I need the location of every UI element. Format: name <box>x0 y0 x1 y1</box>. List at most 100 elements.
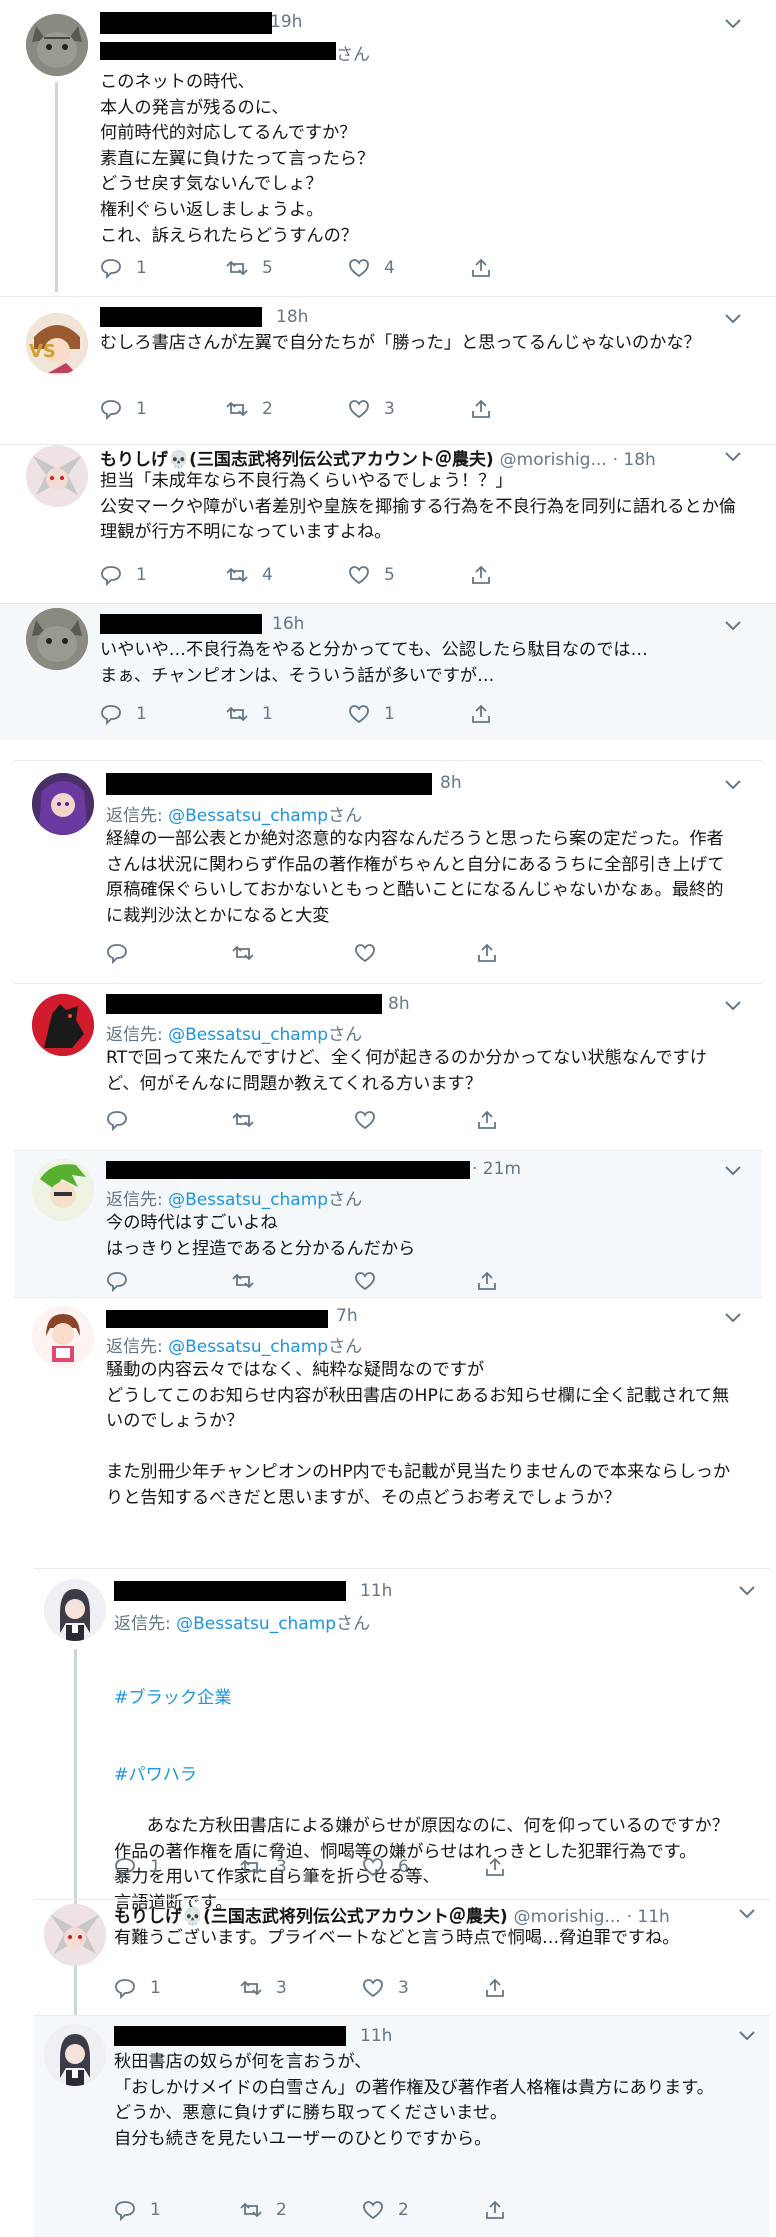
reply-button[interactable]: 1 <box>114 2198 161 2222</box>
retweet-button[interactable] <box>232 1108 254 1132</box>
like-button[interactable]: 3 <box>362 1976 409 2000</box>
chevron-down-icon[interactable] <box>738 2030 756 2042</box>
tweet-card[interactable]: 11h 返信先: @Bessatsu_champさん #ブラック企業 #パワハラ… <box>34 1569 770 1913</box>
share-button[interactable] <box>470 702 492 726</box>
reply-handle-link[interactable]: @Bessatsu_champ <box>176 1614 336 1634</box>
share-icon <box>472 704 490 723</box>
reply-icon <box>101 705 121 725</box>
retweet-button[interactable]: 4 <box>226 563 273 587</box>
reply-button[interactable]: 1 <box>114 1855 161 1879</box>
chevron-down-icon[interactable] <box>724 1000 742 1012</box>
chevron-down-icon[interactable] <box>724 451 742 463</box>
reply-handle-link[interactable]: @Bessatsu_champ <box>168 1190 328 1210</box>
share-button[interactable] <box>484 2198 506 2222</box>
chevron-down-icon[interactable] <box>738 1585 756 1597</box>
tweet-time[interactable]: · 21m <box>472 1159 521 1179</box>
avatar[interactable] <box>44 1579 106 1641</box>
tweet-time[interactable]: 8h <box>440 773 462 793</box>
avatar[interactable] <box>32 1306 94 1368</box>
heart-icon <box>349 566 369 585</box>
retweet-button[interactable] <box>232 941 254 965</box>
tweet-card[interactable]: 11h 秋田書店の奴らが何を言おうが、 「おしかけメイドの白雪さん」の著作権及び… <box>34 2016 770 2237</box>
tweet-time[interactable]: 18h <box>276 307 308 327</box>
like-button[interactable]: 6 <box>362 1855 409 1879</box>
avatar[interactable] <box>32 1159 94 1221</box>
reply-button[interactable] <box>106 941 128 965</box>
retweet-button[interactable]: 2 <box>240 2198 287 2222</box>
share-button[interactable] <box>470 256 492 280</box>
share-button[interactable] <box>470 397 492 421</box>
like-button[interactable] <box>354 1269 376 1293</box>
avatar[interactable] <box>26 608 88 670</box>
reply-button[interactable]: 1 <box>100 397 147 421</box>
avatar[interactable] <box>32 994 94 1056</box>
share-button[interactable] <box>484 1855 506 1879</box>
tweet-card[interactable]: 7h 返信先: @Bessatsu_champさん 騒動の内容云々ではなく、純粋… <box>14 1298 762 1557</box>
avatar[interactable]: VS <box>26 313 88 375</box>
like-button[interactable]: 4 <box>348 256 395 280</box>
avatar[interactable] <box>44 1904 106 1966</box>
tweet-time[interactable]: 8h <box>388 994 410 1014</box>
reply-button[interactable]: 1 <box>114 1976 161 2000</box>
like-button[interactable]: 5 <box>348 563 395 587</box>
reply-button[interactable]: 1 <box>100 702 147 726</box>
like-button[interactable]: 3 <box>348 397 395 421</box>
retweet-button[interactable] <box>232 1269 254 1293</box>
chevron-down-icon[interactable] <box>724 313 742 325</box>
reply-handle-link[interactable]: @Bessatsu_champ <box>168 806 328 826</box>
tweet-time[interactable]: · 18h <box>613 450 656 470</box>
retweet-button[interactable]: 2 <box>226 397 273 421</box>
reply-button[interactable] <box>106 1108 128 1132</box>
chevron-down-icon[interactable] <box>724 18 742 30</box>
display-name[interactable]: もりしげ💀(三国志武将列伝公式アカウント＠農夫) @morishig... · … <box>114 1902 670 1927</box>
share-button[interactable] <box>476 1108 498 1132</box>
reply-handle-link[interactable]: @Bessatsu_champ <box>168 1337 328 1357</box>
hashtag-link[interactable]: #ブラック企業 <box>114 1686 754 1712</box>
hashtag-link[interactable]: #パワハラ <box>114 1763 754 1789</box>
tweet-card[interactable]: もりしげ💀(三国志武将列伝公式アカウント＠農夫) @morishig... · … <box>34 1900 770 2016</box>
chevron-down-icon[interactable] <box>738 1908 756 1920</box>
chevron-down-icon[interactable] <box>724 779 742 791</box>
chevron-down-icon[interactable] <box>724 1312 742 1324</box>
reply-handle-link[interactable]: @Bessatsu_champ <box>168 1025 328 1045</box>
heart-icon <box>355 1272 375 1291</box>
avatar[interactable] <box>26 445 88 507</box>
chevron-down-icon[interactable] <box>724 1165 742 1177</box>
retweet-button[interactable]: 1 <box>226 702 273 726</box>
like-button[interactable] <box>354 941 376 965</box>
reply-button[interactable]: 1 <box>100 563 147 587</box>
avatar[interactable] <box>44 2024 106 2086</box>
retweet-count: 5 <box>262 258 273 278</box>
display-name[interactable]: もりしげ💀(三国志武将列伝公式アカウント＠農夫) @morishig... · … <box>100 445 656 470</box>
share-button[interactable] <box>470 563 492 587</box>
tweet-card[interactable]: 8h 返信先: @Bessatsu_champさん RTで回って来たんですけど、… <box>14 984 762 1150</box>
tweet-time[interactable]: 11h <box>360 1581 392 1601</box>
tweet-card[interactable]: 19h さん このネットの時代、 本人の発言が残るのに、 何前時代的対応してるん… <box>0 0 776 296</box>
retweet-button[interactable]: 3 <box>240 1976 287 2000</box>
tweet-card[interactable]: もりしげ💀(三国志武将列伝公式アカウント＠農夫) @morishig... · … <box>0 445 776 603</box>
tweet-time[interactable]: 19h <box>270 12 302 32</box>
tweet-time[interactable]: · 11h <box>627 1907 670 1927</box>
reply-button[interactable] <box>106 1269 128 1293</box>
tweet-card[interactable]: 16h いやいや…不良行為をやると分かってても、公認したら駄目なのでは… まぁ、… <box>0 604 776 740</box>
share-button[interactable] <box>476 1269 498 1293</box>
share-button[interactable] <box>476 941 498 965</box>
tweet-time[interactable]: 7h <box>336 1306 358 1326</box>
redacted-username <box>100 307 262 327</box>
tweet-card[interactable]: 8h 返信先: @Bessatsu_champさん 経緯の一部公表とか絶対恣意的… <box>14 761 762 983</box>
avatar[interactable] <box>32 773 94 835</box>
share-button[interactable] <box>484 1976 506 2000</box>
like-button[interactable]: 1 <box>348 702 395 726</box>
chevron-down-icon[interactable] <box>724 620 742 632</box>
like-button[interactable] <box>354 1108 376 1132</box>
tweet-text: 今の時代はすごいよね はっきりと捏造であると分かるんだから <box>106 1213 416 1259</box>
retweet-button[interactable]: 3 <box>240 1855 287 1879</box>
tweet-time[interactable]: 11h <box>360 2026 392 2046</box>
retweet-button[interactable]: 5 <box>226 256 273 280</box>
like-button[interactable]: 2 <box>362 2198 409 2222</box>
tweet-time[interactable]: 16h <box>272 614 304 634</box>
reply-button[interactable]: 1 <box>100 256 147 280</box>
tweet-card[interactable]: VS 18h むしろ書店さんが左翼で自分たちが「勝った」と思ってるんじゃないのか… <box>0 297 776 444</box>
avatar[interactable] <box>26 14 88 76</box>
tweet-card[interactable]: · 21m 返信先: @Bessatsu_champさん 今の時代はすごいよね … <box>14 1151 762 1297</box>
